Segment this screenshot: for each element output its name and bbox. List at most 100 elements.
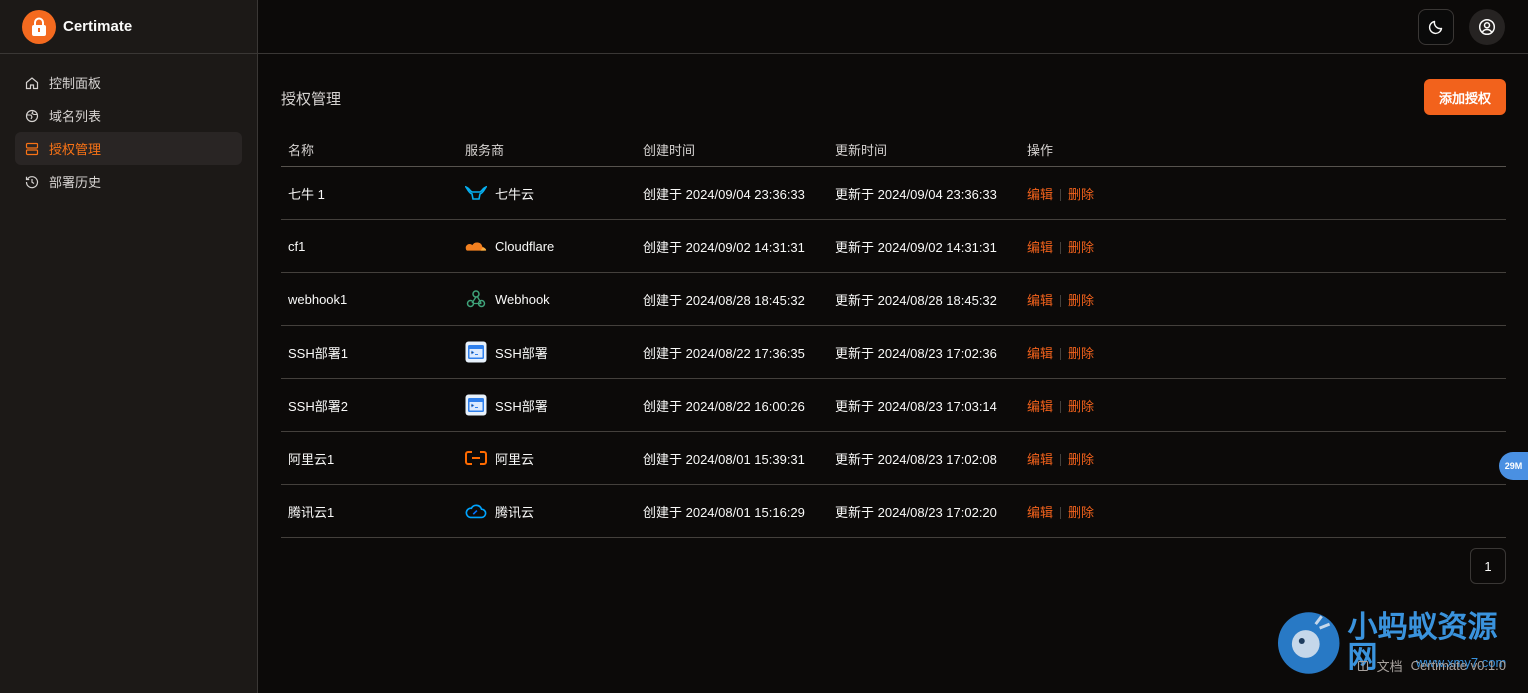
created-time: 创建于 2024/08/22 16:00:26 bbox=[643, 378, 835, 432]
created-time: 创建于 2024/08/01 15:16:29 bbox=[643, 484, 835, 538]
table-row: 腾讯云1 腾讯云 创建于 2024/08/01 15:16:29 更新于 202… bbox=[281, 484, 1506, 538]
delete-link[interactable]: 删除 bbox=[1068, 293, 1094, 308]
divider bbox=[1060, 507, 1062, 520]
edit-link[interactable]: 编辑 bbox=[1027, 505, 1053, 520]
column-header-provider: 服务商 bbox=[465, 132, 643, 167]
aliyun-icon bbox=[465, 447, 487, 469]
divider bbox=[1060, 348, 1062, 361]
delete-link[interactable]: 删除 bbox=[1068, 399, 1094, 414]
created-time: 创建于 2024/08/28 18:45:32 bbox=[643, 272, 835, 326]
delete-link[interactable]: 删除 bbox=[1068, 452, 1094, 467]
divider bbox=[1060, 189, 1062, 202]
edit-link[interactable]: 编辑 bbox=[1027, 187, 1053, 202]
footer: 文档 Certimate v0.1.0 bbox=[1357, 656, 1506, 675]
home-icon bbox=[25, 76, 39, 89]
sidebar-item-access[interactable]: 授权管理 bbox=[15, 132, 242, 165]
row-name: webhook1 bbox=[281, 272, 465, 326]
provider-name: 七牛云 bbox=[495, 186, 535, 202]
provider-name: SSH部署 bbox=[495, 398, 548, 414]
delete-link[interactable]: 删除 bbox=[1068, 346, 1094, 361]
cloudflare-icon bbox=[465, 235, 487, 257]
updated-time: 更新于 2024/08/23 17:02:20 bbox=[835, 484, 1027, 538]
ssh-icon bbox=[465, 341, 487, 363]
ant-logo-icon bbox=[1277, 612, 1340, 674]
edit-link[interactable]: 编辑 bbox=[1027, 240, 1053, 255]
divider bbox=[1060, 295, 1062, 308]
page-title: 授权管理 bbox=[281, 91, 342, 108]
provider-name: 阿里云 bbox=[495, 451, 535, 467]
docs-link[interactable]: 文档 bbox=[1377, 656, 1403, 675]
table-row: SSH部署2 SSH部署 创建于 2024/08/22 16:00:26 更新于… bbox=[281, 378, 1506, 432]
sidebar-nav: 控制面板 域名列表 授权管理 部署历史 bbox=[0, 54, 257, 210]
provider-name: Cloudflare bbox=[495, 238, 555, 254]
column-header-created: 创建时间 bbox=[643, 132, 835, 167]
row-name: 腾讯云1 bbox=[281, 484, 465, 538]
table-row: SSH部署1 SSH部署 创建于 2024/08/22 17:36:35 更新于… bbox=[281, 325, 1506, 379]
created-time: 创建于 2024/09/02 14:31:31 bbox=[643, 219, 835, 273]
edit-link[interactable]: 编辑 bbox=[1027, 452, 1053, 467]
tencent-cloud-icon bbox=[465, 500, 487, 522]
updated-time: 更新于 2024/08/23 17:02:36 bbox=[835, 325, 1027, 379]
history-icon bbox=[25, 175, 39, 188]
table-header-row: 名称 服务商 创建时间 更新时间 操作 bbox=[281, 132, 1506, 167]
access-table: 名称 服务商 创建时间 更新时间 操作 七牛 1 七牛云 创建于 2024/09… bbox=[281, 132, 1506, 538]
pagination-page-1[interactable]: 1 bbox=[1470, 548, 1506, 584]
webhook-icon bbox=[465, 288, 487, 310]
sidebar-item-label: 控制面板 bbox=[49, 76, 102, 91]
lock-logo-icon bbox=[22, 9, 56, 44]
user-circle-icon bbox=[1478, 18, 1496, 36]
brand[interactable]: Certimate bbox=[0, 0, 257, 54]
add-access-button[interactable]: 添加授权 bbox=[1424, 79, 1506, 115]
provider-name: SSH部署 bbox=[495, 345, 548, 361]
floating-speed-badge[interactable]: 29M bbox=[1499, 452, 1528, 480]
divider bbox=[1060, 454, 1062, 467]
row-name: 七牛 1 bbox=[281, 166, 465, 220]
table-row: 七牛 1 七牛云 创建于 2024/09/04 23:36:33 更新于 202… bbox=[281, 166, 1506, 220]
table-row: cf1 Cloudflare 创建于 2024/09/02 14:31:31 更… bbox=[281, 219, 1506, 273]
delete-link[interactable]: 删除 bbox=[1068, 187, 1094, 202]
table-row: webhook1 Webhook 创建于 2024/08/28 18:45:32… bbox=[281, 272, 1506, 326]
updated-time: 更新于 2024/09/04 23:36:33 bbox=[835, 166, 1027, 220]
updated-time: 更新于 2024/08/23 17:03:14 bbox=[835, 378, 1027, 432]
table-row: 阿里云1 阿里云 创建于 2024/08/01 15:39:31 更新于 202… bbox=[281, 431, 1506, 485]
delete-link[interactable]: 删除 bbox=[1068, 505, 1094, 520]
theme-toggle-button[interactable] bbox=[1418, 9, 1454, 45]
column-header-name: 名称 bbox=[281, 132, 465, 167]
book-icon bbox=[1357, 660, 1368, 671]
sidebar-item-label: 域名列表 bbox=[49, 109, 102, 124]
ssh-icon bbox=[465, 394, 487, 416]
app-name: Certimate bbox=[63, 18, 133, 35]
version-label: Certimate v0.1.0 bbox=[1410, 658, 1506, 673]
created-time: 创建于 2024/08/01 15:39:31 bbox=[643, 431, 835, 485]
qiniu-icon bbox=[465, 182, 487, 204]
created-time: 创建于 2024/09/04 23:36:33 bbox=[643, 166, 835, 220]
divider bbox=[1060, 401, 1062, 414]
row-name: SSH部署1 bbox=[281, 325, 465, 379]
moon-icon bbox=[1428, 20, 1443, 35]
edit-link[interactable]: 编辑 bbox=[1027, 399, 1053, 414]
row-name: 阿里云1 bbox=[281, 431, 465, 485]
updated-time: 更新于 2024/08/23 17:02:08 bbox=[835, 431, 1027, 485]
user-menu-button[interactable] bbox=[1469, 9, 1505, 45]
sidebar-item-domains[interactable]: 域名列表 bbox=[15, 99, 242, 132]
created-time: 创建于 2024/08/22 17:36:35 bbox=[643, 325, 835, 379]
sidebar-item-history[interactable]: 部署历史 bbox=[15, 165, 242, 198]
sidebar-item-label: 部署历史 bbox=[49, 175, 102, 190]
top-bar bbox=[258, 0, 1528, 54]
row-name: cf1 bbox=[281, 219, 465, 273]
provider-name: 腾讯云 bbox=[495, 504, 535, 520]
edit-link[interactable]: 编辑 bbox=[1027, 293, 1053, 308]
column-header-actions: 操作 bbox=[1027, 132, 1506, 167]
edit-link[interactable]: 编辑 bbox=[1027, 346, 1053, 361]
updated-time: 更新于 2024/09/02 14:31:31 bbox=[835, 219, 1027, 273]
row-name: SSH部署2 bbox=[281, 378, 465, 432]
sidebar-item-label: 授权管理 bbox=[49, 142, 102, 157]
delete-link[interactable]: 删除 bbox=[1068, 240, 1094, 255]
sidebar-item-dashboard[interactable]: 控制面板 bbox=[15, 66, 242, 99]
provider-name: Webhook bbox=[495, 291, 550, 307]
divider bbox=[1060, 242, 1062, 255]
column-header-updated: 更新时间 bbox=[835, 132, 1027, 167]
server-icon bbox=[25, 142, 39, 155]
sidebar: Certimate 控制面板 域名列表 授权管理 部署历史 bbox=[0, 0, 258, 693]
updated-time: 更新于 2024/08/28 18:45:32 bbox=[835, 272, 1027, 326]
